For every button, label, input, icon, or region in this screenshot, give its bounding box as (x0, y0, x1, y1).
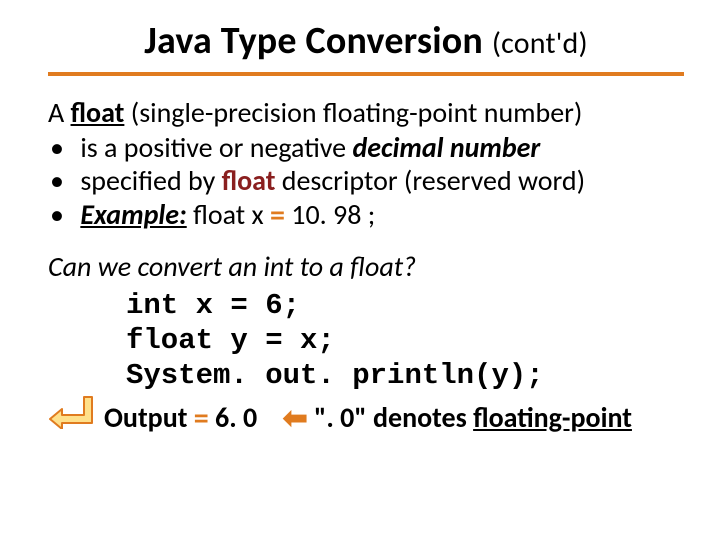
bullet-2-post: descriptor (reserved word) (275, 163, 585, 198)
bullet-3-label: Example: (80, 197, 186, 232)
bullet-2-pre: specified by (80, 163, 221, 198)
bullet-3-pre: float x (187, 197, 270, 232)
bullet-2: specified by float descriptor (reserved … (74, 164, 684, 197)
left-arrow-icon: ⬅ (283, 400, 308, 437)
output-label-pre: Output (104, 400, 194, 435)
slide-title: Java Type Conversion (cont'd) (48, 18, 684, 76)
slide: Java Type Conversion (cont'd) A float (s… (0, 0, 720, 540)
code-line-1: int x = 6; (126, 288, 684, 323)
output-row: Output = 6. 0 ⬅ ". 0" denotes floating-p… (48, 400, 684, 435)
question-line: Can we convert an int to a float? (48, 250, 684, 283)
bullet-list: is a positive or negative decimal number… (48, 131, 684, 232)
bullet-1-pre: is a positive or negative (80, 130, 352, 165)
output-note-pre: ". 0" denotes (314, 400, 473, 435)
slide-body: A float (single-precision floating-point… (48, 96, 684, 435)
bullet-3-post: 10. 98 ; (285, 197, 375, 232)
bullet-1: is a positive or negative decimal number (74, 131, 684, 164)
code-line-3: System. out. println(y); (126, 358, 684, 393)
intro-keyword: float (71, 95, 125, 130)
output-note-keyword: floating-point (473, 400, 632, 435)
bullet-2-keyword: float (222, 163, 276, 198)
intro-pre: A (48, 95, 71, 130)
title-sub: (cont'd) (492, 25, 588, 62)
intro-line: A float (single-precision floating-point… (48, 96, 684, 129)
equals-icon: = (270, 197, 285, 234)
equals-icon: = (194, 400, 209, 437)
output-value: 6. 0 (209, 400, 258, 435)
output-text: Output = 6. 0 ⬅ ". 0" denotes floating-p… (104, 400, 632, 435)
code-line-2: float y = x; (126, 323, 684, 358)
bullet-1-em: decimal number (352, 130, 540, 165)
return-arrow-icon (48, 395, 94, 429)
code-block: int x = 6; float y = x; System. out. pri… (126, 288, 684, 394)
intro-post: (single-precision floating-point number) (124, 95, 582, 130)
bullet-3: Example: float x = 10. 98 ; (74, 197, 684, 232)
title-main: Java Type Conversion (144, 18, 483, 64)
